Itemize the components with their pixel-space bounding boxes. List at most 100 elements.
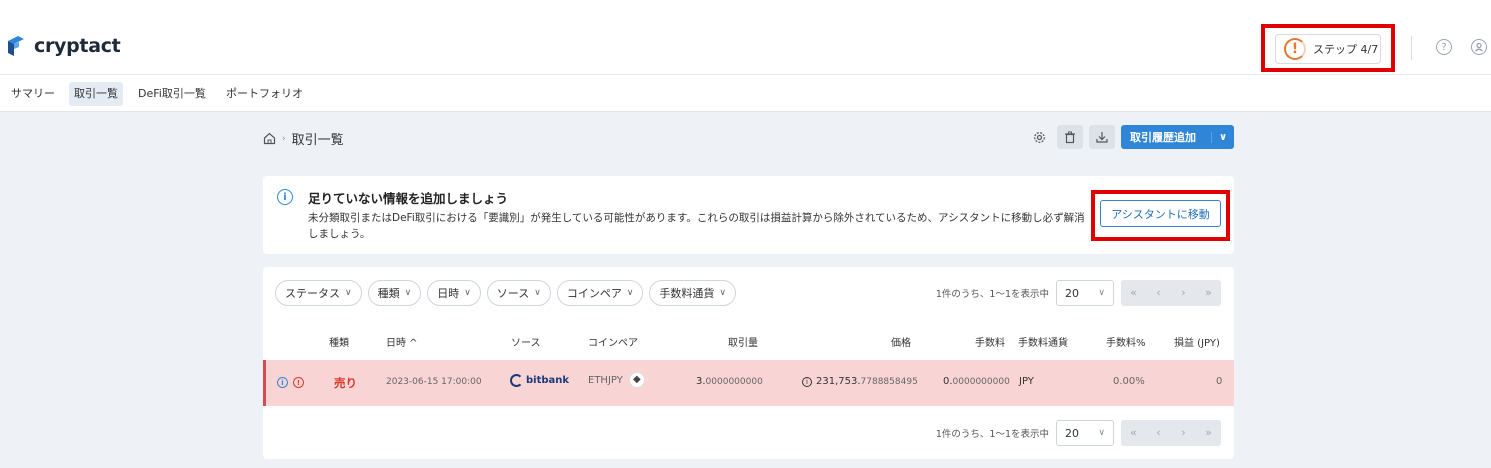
- row-source-label: bitbank: [526, 375, 570, 386]
- chevron-down-icon: ∨: [534, 288, 541, 298]
- filter-type-label: 種類: [377, 287, 400, 300]
- column-header-fee-percent[interactable]: 手数料%: [1106, 334, 1146, 349]
- chevron-down-icon: ∨: [1098, 288, 1105, 298]
- home-icon[interactable]: [263, 132, 276, 145]
- next-page-button[interactable]: ›: [1171, 280, 1196, 306]
- filter-coin-pair-label: コインペア: [566, 287, 622, 300]
- last-page-button[interactable]: »: [1196, 280, 1221, 306]
- row-fee-percent: 0.00%: [1113, 376, 1145, 387]
- row-fee-currency: JPY: [1019, 376, 1034, 387]
- main-nav: サマリー 取引一覧 DeFi取引一覧 ポートフォリオ: [0, 74, 1491, 112]
- brand-name: cryptact: [34, 35, 121, 57]
- warning-icon[interactable]: !: [293, 377, 304, 388]
- column-header-amount[interactable]: 取引量: [728, 334, 758, 349]
- row-pnl: 0: [1216, 376, 1223, 387]
- help-circle-icon[interactable]: ?: [1436, 39, 1452, 55]
- row-datetime: 2023-06-15 17:00:00: [386, 377, 482, 387]
- step-progress-button[interactable]: ! ステップ 4/7: [1275, 34, 1381, 64]
- go-to-assistant-button[interactable]: アシスタントに移動: [1100, 200, 1221, 227]
- pagination-top: 1件のうち、1〜1を表示中 20 ∨ « ‹ › »: [936, 280, 1221, 306]
- alert-title: 足りていない情報を追加しましょう: [308, 191, 509, 206]
- chevron-down-icon: ∨: [345, 288, 352, 298]
- chevron-down-icon: ∨: [1098, 428, 1105, 438]
- column-header-price[interactable]: 価格: [891, 334, 911, 349]
- chevron-down-icon[interactable]: ∨: [1211, 131, 1234, 143]
- table-header: 種類 日時 ^ ソース コインペア 取引量 価格 手数料 手数料通貨 手数料% …: [263, 320, 1234, 360]
- page-size-select[interactable]: 20 ∨: [1056, 280, 1114, 306]
- download-icon[interactable]: [1089, 125, 1115, 149]
- filter-fee-currency-label: 手数料通貨: [659, 287, 715, 300]
- row-source: bitbank: [510, 374, 569, 387]
- prev-page-button[interactable]: ‹: [1146, 280, 1171, 306]
- row-type: 売り: [334, 376, 357, 390]
- table-row[interactable]: i ! 売り 2023-06-15 17:00:00 bitbank ETHJP…: [263, 360, 1234, 406]
- ethereum-icon: ◆: [628, 372, 645, 388]
- column-header-type[interactable]: 種類: [329, 334, 349, 349]
- step-label: ステップ 4/7: [1313, 43, 1379, 56]
- breadcrumb: › 取引一覧: [263, 129, 344, 148]
- trades-table-card: ステータス ∨ 種類 ∨ 日時 ∨ ソース ∨ コインペア ∨ 手数料通貨 ∨ 1件のうち、…: [263, 267, 1234, 459]
- column-header-datetime[interactable]: 日時 ^: [386, 334, 418, 349]
- row-coin-pair-label: ETHJPY: [588, 375, 623, 386]
- filter-datetime[interactable]: 日時 ∨: [427, 280, 481, 306]
- filter-coin-pair[interactable]: コインペア ∨: [556, 280, 644, 306]
- row-price-dec: 7788858495: [860, 377, 918, 387]
- page-nav: « ‹ › »: [1121, 280, 1221, 306]
- column-header-coin-pair[interactable]: コインペア: [588, 334, 638, 349]
- filter-bar: ステータス ∨ 種類 ∨ 日時 ∨ ソース ∨ コインペア ∨ 手数料通貨 ∨: [275, 280, 737, 306]
- user-circle-icon[interactable]: [1471, 39, 1487, 55]
- filter-status[interactable]: ステータス ∨: [275, 280, 362, 306]
- info-icon[interactable]: i: [277, 377, 288, 388]
- step-highlight-box: ! ステップ 4/7: [1261, 24, 1395, 72]
- nav-item-trades[interactable]: 取引一覧: [69, 82, 123, 106]
- chevron-down-icon: ∨: [404, 288, 412, 298]
- first-page-button[interactable]: «: [1121, 420, 1146, 446]
- gear-icon[interactable]: [1026, 125, 1052, 149]
- first-page-button[interactable]: «: [1121, 280, 1146, 306]
- chevron-down-icon: ∨: [464, 288, 471, 298]
- add-trade-history-button[interactable]: 取引履歴追加 ∨: [1121, 125, 1234, 149]
- app-header: cryptact ! ステップ 4/7 ?: [0, 0, 1491, 74]
- trash-icon[interactable]: [1057, 125, 1083, 149]
- column-header-fee-currency[interactable]: 手数料通貨: [1018, 334, 1068, 349]
- bitbank-logo-icon: [510, 374, 523, 387]
- last-page-button[interactable]: »: [1196, 420, 1221, 446]
- exclamation-progress-icon: !: [1284, 38, 1306, 60]
- info-icon[interactable]: i: [802, 377, 812, 387]
- page-size-value: 20: [1065, 286, 1079, 300]
- filter-status-label: ステータス: [285, 287, 340, 300]
- pagination-info: 1件のうち、1〜1を表示中: [935, 429, 1049, 440]
- assistant-highlight-box: アシスタントに移動: [1091, 190, 1230, 241]
- breadcrumb-separator-icon: ›: [282, 133, 286, 144]
- cryptact-logo-icon: [8, 36, 24, 56]
- nav-item-summary[interactable]: サマリー: [6, 82, 60, 106]
- filter-source[interactable]: ソース ∨: [486, 280, 551, 306]
- page-title: 取引一覧: [291, 133, 344, 148]
- page-size-select[interactable]: 20 ∨: [1056, 420, 1114, 446]
- nav-item-portfolio[interactable]: ポートフォリオ: [221, 82, 308, 106]
- filter-source-label: ソース: [496, 287, 530, 300]
- filter-fee-currency[interactable]: 手数料通貨 ∨: [649, 280, 737, 306]
- page-size-value: 20: [1065, 426, 1079, 440]
- row-fee-int: 0.: [943, 376, 953, 387]
- logo[interactable]: cryptact: [6, 35, 121, 57]
- row-fee-dec: 0000000000: [952, 377, 1010, 387]
- row-coin-pair: ETHJPY ◆: [588, 372, 645, 388]
- row-amount: 3.0000000000: [696, 376, 763, 387]
- row-price: i 231,753.7788858495: [802, 376, 918, 387]
- alert-body: 未分類取引またはDeFi取引における「要識別」が発生している可能性があります。こ…: [308, 212, 1085, 240]
- nav-item-defi-trades[interactable]: DeFi取引一覧: [133, 82, 211, 106]
- row-price-int: 231,753.: [816, 376, 861, 387]
- page-nav: « ‹ › »: [1121, 420, 1221, 446]
- column-header-pnl[interactable]: 損益 (JPY): [1174, 334, 1220, 349]
- next-page-button[interactable]: ›: [1171, 420, 1196, 446]
- row-amount-dec: 0000000000: [705, 377, 763, 387]
- prev-page-button[interactable]: ‹: [1146, 420, 1171, 446]
- filter-datetime-label: 日時: [437, 287, 460, 300]
- column-header-fee[interactable]: 手数料: [975, 334, 1005, 349]
- filter-type[interactable]: 種類 ∨: [367, 280, 422, 306]
- row-fee: 0.0000000000: [943, 376, 1010, 387]
- chevron-down-icon: ∨: [719, 288, 727, 298]
- column-header-source[interactable]: ソース: [511, 334, 541, 349]
- info-icon: i: [277, 189, 293, 205]
